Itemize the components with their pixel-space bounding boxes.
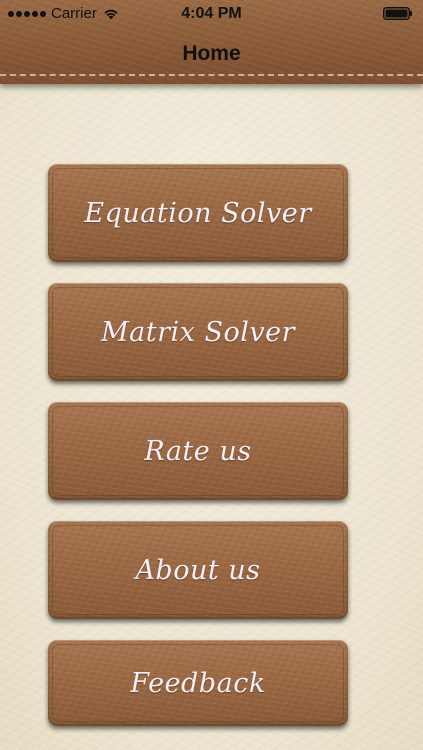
menu-button-label: About us [135,554,261,586]
menu-button-label: Feedback [130,667,266,699]
equation-solver-button[interactable]: Equation Solver [48,164,348,262]
navigation-bar: Carrier 4:04 PM Home [0,0,423,84]
battery-icon [383,7,412,20]
status-time: 4:04 PM [181,5,242,22]
menu-button-label: Equation Solver [84,197,312,229]
main-menu: Equation Solver Matrix Solver Rate us Ab… [48,164,348,726]
header-stitching [0,74,423,76]
app-screen: Carrier 4:04 PM Home Equation Solver Mat… [0,0,423,750]
about-us-button[interactable]: About us [48,521,348,619]
feedback-button[interactable]: Feedback [48,640,348,726]
page-title: Home [182,42,241,65]
matrix-solver-button[interactable]: Matrix Solver [48,283,348,381]
menu-button-label: Rate us [144,435,252,467]
menu-button-label: Matrix Solver [101,316,295,348]
rate-us-button[interactable]: Rate us [48,402,348,500]
status-bar: Carrier 4:04 PM [0,0,423,28]
